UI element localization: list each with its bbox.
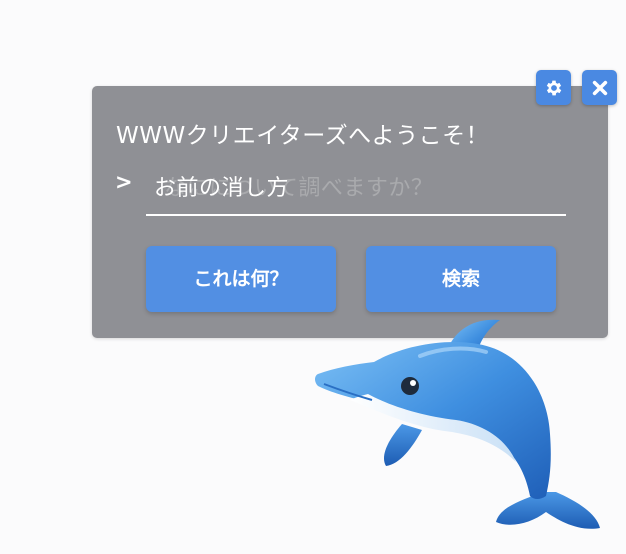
welcome-message: WWWクリエイターズへようこそ！ [116, 123, 490, 149]
search-input[interactable]: なにについて調べますか？ お前の消し方 [146, 160, 566, 216]
close-button[interactable] [582, 70, 617, 105]
gear-icon [546, 80, 561, 95]
close-icon [592, 80, 607, 95]
what-is-this-button[interactable]: これは何？ [146, 246, 336, 312]
dolphin-icon [315, 319, 600, 529]
settings-button[interactable] [536, 70, 571, 105]
page: WWWクリエイターズへようこそ！ > なにについて調べますか？ お前の消し方 こ… [0, 0, 626, 554]
search-input-value[interactable]: お前の消し方 [154, 170, 289, 202]
prompt-caret: > [115, 170, 133, 194]
assistant-panel: WWWクリエイターズへようこそ！ > なにについて調べますか？ お前の消し方 こ… [92, 86, 608, 338]
search-button[interactable]: 検索 [366, 246, 556, 312]
